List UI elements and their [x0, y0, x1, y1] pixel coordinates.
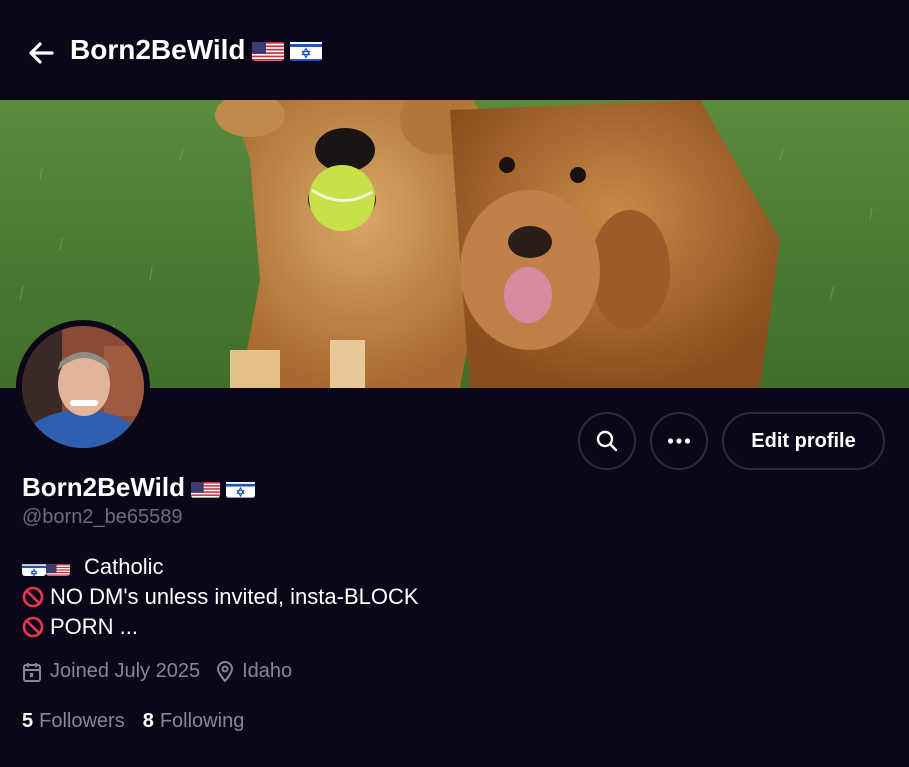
bio-line-2: NO DM's unless invited, insta-BLOCK — [22, 582, 419, 612]
header-title: Born2BeWild — [70, 34, 246, 65]
search-icon — [596, 430, 618, 452]
more-options-button[interactable] — [650, 412, 708, 470]
bio-line-3: PORN ... — [22, 612, 419, 642]
edit-profile-button[interactable]: Edit profile — [722, 412, 885, 470]
followers-label: Followers — [39, 710, 125, 732]
bio-text-3: PORN ... — [50, 614, 139, 639]
bio-text-1: Catholic — [84, 554, 164, 579]
following-count: 8 — [142, 710, 154, 732]
location-text: Idaho — [242, 660, 293, 682]
profile-bio: Catholic NO DM's unless invited, insta-B… — [22, 552, 419, 642]
back-arrow-icon[interactable] — [24, 36, 58, 70]
joined-text: Joined July 2025 — [50, 660, 201, 682]
search-button[interactable] — [578, 412, 636, 470]
calendar-icon — [23, 662, 41, 682]
location: Idaho — [216, 660, 292, 683]
israel-flag-icon — [289, 39, 322, 61]
followers-link[interactable]: 5 Followers — [22, 710, 125, 733]
following-label: Following — [159, 710, 245, 732]
follow-stats: 5 Followers 8 Following — [22, 710, 244, 733]
display-name: Born2BeWild — [22, 472, 185, 502]
prohibited-icon — [22, 616, 44, 638]
israel-flag-icon — [22, 559, 46, 576]
us-flag-icon — [191, 478, 220, 498]
joined-date: Joined July 2025 — [22, 660, 200, 683]
israel-flag-icon — [226, 478, 255, 498]
profile-name-row: Born2BeWild — [22, 472, 255, 503]
header-title-row: Born2BeWild — [70, 34, 322, 66]
bio-line-1: Catholic — [22, 552, 419, 582]
profile-handle: @born2_be65589 — [22, 506, 183, 528]
profile-banner-image[interactable] — [0, 100, 909, 388]
avatar[interactable] — [22, 326, 144, 448]
us-flag-icon — [46, 559, 70, 576]
following-link[interactable]: 8 Following — [143, 710, 245, 733]
top-bar: Born2BeWild — [0, 0, 909, 100]
profile-meta: Joined July 2025 Idaho — [22, 660, 308, 683]
prohibited-icon — [22, 586, 44, 608]
bio-text-2: NO DM's unless invited, insta-BLOCK — [50, 584, 419, 609]
followers-count: 5 — [22, 710, 34, 732]
location-pin-icon — [217, 660, 234, 683]
us-flag-icon — [251, 39, 284, 61]
ellipsis-icon — [667, 438, 691, 444]
